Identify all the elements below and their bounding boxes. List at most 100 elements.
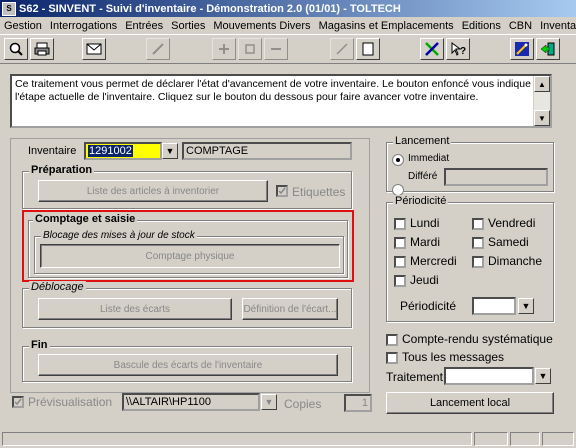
lancement-local-label: Lancement local bbox=[429, 397, 511, 409]
comptage-physique-button[interactable]: Comptage physique bbox=[40, 244, 340, 268]
status-bar-main bbox=[2, 432, 472, 446]
app-icon: S bbox=[2, 1, 16, 16]
menu-inventaires[interactable]: Inventaires bbox=[536, 20, 576, 32]
bascule-ecarts-button[interactable]: Bascule des écarts de l'inventaire bbox=[38, 354, 338, 376]
inventaire-label: Inventaire bbox=[28, 145, 77, 157]
traitement-select[interactable] bbox=[444, 367, 534, 385]
menu-bar: Gestion Interrogations Entrées Sorties M… bbox=[0, 17, 576, 34]
liste-ecarts-label: Liste des écarts bbox=[99, 303, 171, 315]
mail-button[interactable] bbox=[82, 38, 106, 60]
copies-value: 1 bbox=[361, 397, 368, 409]
menu-magasins[interactable]: Magasins et Emplacements bbox=[315, 20, 458, 32]
tous-messages-label: Tous les messages bbox=[402, 350, 505, 364]
copies-label: Copies bbox=[284, 397, 322, 411]
menu-interrogations[interactable]: Interrogations bbox=[46, 20, 121, 32]
printer-dropdown-button[interactable]: ▼ bbox=[261, 394, 277, 410]
printer-field: \\ALTAIR\HP1100 bbox=[122, 393, 260, 411]
liste-ecarts-button[interactable]: Liste des écarts bbox=[38, 298, 232, 320]
zoom-button[interactable] bbox=[4, 38, 28, 60]
traitement-label: Traitement bbox=[386, 370, 443, 384]
blocage-subtitle: Blocage des mises à jour de stock bbox=[41, 230, 197, 241]
jeudi-checkbox[interactable] bbox=[394, 275, 406, 287]
lundi-checkbox[interactable] bbox=[394, 218, 406, 230]
info-text-area[interactable]: Ce traitement vous permet de déclarer l'… bbox=[10, 74, 552, 128]
periodicite-title: Périodicité bbox=[393, 195, 449, 207]
dimanche-checkbox[interactable] bbox=[472, 256, 484, 268]
square-icon bbox=[245, 44, 255, 54]
edit-button[interactable] bbox=[146, 38, 170, 60]
add-button[interactable] bbox=[212, 38, 236, 60]
samedi-checkbox[interactable] bbox=[472, 237, 484, 249]
dimanche-label: Dimanche bbox=[488, 254, 543, 268]
comptage-physique-label: Comptage physique bbox=[145, 250, 235, 262]
copies-field: 1 bbox=[344, 394, 372, 412]
dropdown-arrow-icon: ▼ bbox=[165, 146, 175, 156]
scroll-down-icon[interactable]: ▼ bbox=[534, 110, 550, 126]
differe-date-field[interactable] bbox=[444, 168, 548, 186]
menu-entrees[interactable]: Entrées bbox=[121, 20, 167, 32]
menu-sorties[interactable]: Sorties bbox=[167, 20, 209, 32]
menu-cbn[interactable]: CBN bbox=[505, 20, 536, 32]
help-button[interactable]: ? bbox=[446, 38, 470, 60]
tous-messages-checkbox[interactable] bbox=[386, 352, 398, 364]
dropdown-arrow-icon: ▼ bbox=[538, 371, 548, 381]
inventaire-status-field: COMPTAGE bbox=[182, 142, 352, 160]
stop-button[interactable] bbox=[238, 38, 262, 60]
page-icon bbox=[362, 42, 374, 56]
menu-editions[interactable]: Editions bbox=[458, 20, 505, 32]
lundi-label: Lundi bbox=[410, 216, 440, 230]
magnifier-icon bbox=[9, 42, 23, 56]
definition-ecart-label: Définition de l'écart... bbox=[243, 303, 337, 315]
samedi-label: Samedi bbox=[488, 235, 529, 249]
tools-icon bbox=[425, 42, 439, 56]
menu-mouvements-divers[interactable]: Mouvements Divers bbox=[209, 20, 314, 32]
traitement-dropdown-button[interactable]: ▼ bbox=[535, 368, 551, 384]
liste-articles-label: Liste des articles à inventorier bbox=[86, 185, 220, 197]
dropdown-arrow-icon: ▼ bbox=[521, 301, 531, 311]
printer-icon bbox=[34, 42, 50, 56]
mercredi-label: Mercredi bbox=[410, 254, 457, 268]
exit-door-icon bbox=[540, 42, 555, 56]
jeudi-label: Jeudi bbox=[410, 273, 439, 287]
bascule-ecarts-label: Bascule des écarts de l'inventaire bbox=[113, 359, 263, 371]
status-bar-cell-2 bbox=[510, 432, 540, 446]
inventaire-code-field[interactable]: 1291002 bbox=[84, 142, 162, 160]
etiquettes-checkbox[interactable] bbox=[276, 185, 288, 197]
liste-articles-button[interactable]: Liste des articles à inventorier bbox=[38, 180, 268, 202]
compte-rendu-checkbox[interactable] bbox=[386, 334, 398, 346]
toolbar: ? bbox=[0, 34, 576, 64]
print-button[interactable] bbox=[30, 38, 54, 60]
delete-button[interactable] bbox=[264, 38, 288, 60]
periodicite-select-label: Périodicité bbox=[400, 299, 457, 313]
line-icon bbox=[336, 43, 348, 55]
info-text: Ce traitement vous permet de déclarer l'… bbox=[15, 78, 531, 103]
vendredi-checkbox[interactable] bbox=[472, 218, 484, 230]
differe-label: Différé bbox=[408, 171, 438, 182]
lancement-local-button[interactable]: Lancement local bbox=[386, 392, 554, 414]
envelope-icon bbox=[86, 43, 102, 55]
immediat-radio[interactable] bbox=[392, 154, 404, 166]
checkmark-icon bbox=[14, 398, 22, 406]
tools-button[interactable] bbox=[420, 38, 444, 60]
inventaire-code: 1291002 bbox=[88, 145, 133, 157]
definition-ecart-button[interactable]: Définition de l'écart... bbox=[242, 298, 338, 320]
info-scrollbar[interactable]: ▲ ▼ bbox=[533, 76, 550, 126]
pencil-icon bbox=[152, 43, 164, 55]
scroll-up-icon[interactable]: ▲ bbox=[534, 76, 550, 92]
mardi-checkbox[interactable] bbox=[394, 237, 406, 249]
menu-gestion[interactable]: Gestion bbox=[0, 20, 46, 32]
minus-icon bbox=[271, 48, 281, 50]
mercredi-checkbox[interactable] bbox=[394, 256, 406, 268]
etiquettes-label: Etiquettes bbox=[292, 185, 346, 199]
wand-button[interactable] bbox=[510, 38, 534, 60]
new-page-button[interactable] bbox=[356, 38, 380, 60]
inventaire-dropdown-button[interactable]: ▼ bbox=[162, 143, 178, 159]
preparation-title: Préparation bbox=[29, 164, 95, 176]
svg-text:?: ? bbox=[460, 46, 466, 57]
exit-button[interactable] bbox=[536, 38, 560, 60]
periodicite-dropdown-button[interactable]: ▼ bbox=[518, 298, 534, 314]
draw-button[interactable] bbox=[330, 38, 354, 60]
vendredi-label: Vendredi bbox=[488, 216, 536, 230]
previsualisation-checkbox[interactable] bbox=[12, 396, 24, 408]
periodicite-select[interactable] bbox=[472, 297, 516, 315]
